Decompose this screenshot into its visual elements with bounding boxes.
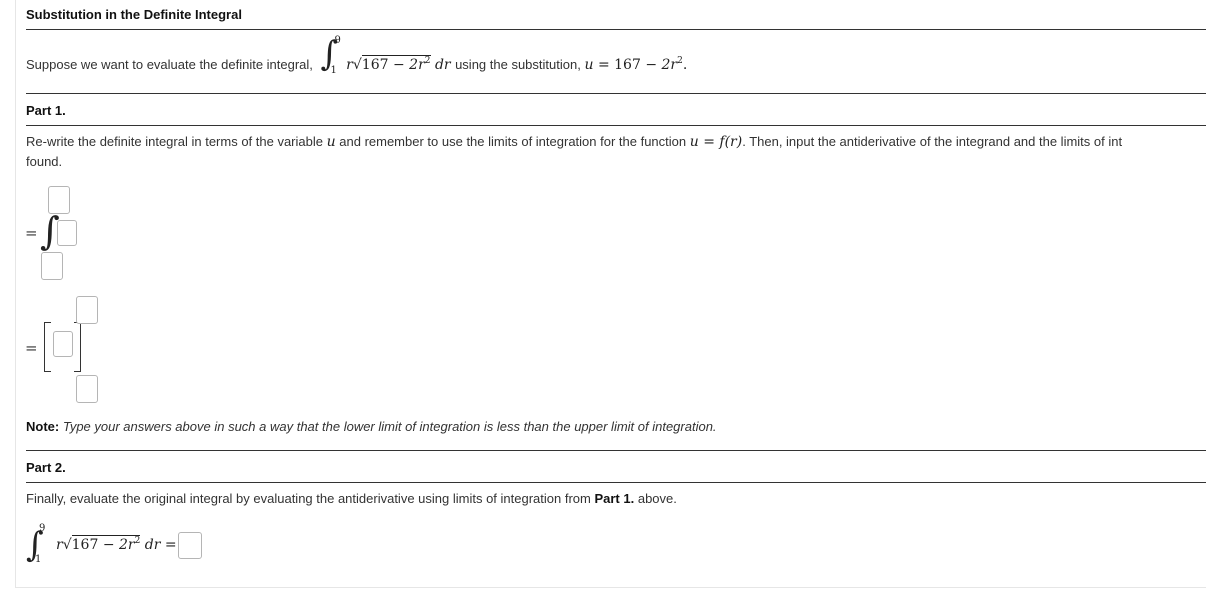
radicand: 167 − 2r2 <box>361 55 431 73</box>
part2-heading-divider <box>26 482 1206 483</box>
intro-line: Suppose we want to evaluate the definite… <box>26 35 688 76</box>
right-bracket <box>74 322 81 372</box>
upper-limit: 9 <box>39 523 46 534</box>
lower-limit: 1 <box>35 554 42 565</box>
integrand: r√167 − 2r2 dr <box>346 55 451 73</box>
intro-prefix: Suppose we want to evaluate the definite… <box>26 57 313 72</box>
eval-upper-limit-input[interactable] <box>76 296 98 324</box>
integrand-input[interactable] <box>57 220 77 246</box>
differential: dr <box>434 57 451 73</box>
left-bracket <box>44 322 51 372</box>
note: Note: Type your answers above in such a … <box>26 419 717 434</box>
part1-top-divider <box>26 93 1206 94</box>
part2-top-divider <box>26 450 1206 451</box>
function-notation: u = f(r) <box>689 134 743 150</box>
equals-sign: = <box>25 224 38 242</box>
part1-instructions: Re-write the definite integral in terms … <box>26 134 1123 150</box>
part1-instructions-line2: found. <box>26 154 63 169</box>
page-title: Substitution in the Definite Integral <box>26 7 242 22</box>
part2-heading: Part 2. <box>26 460 66 475</box>
intro-integral: ∫ 9 1 <box>321 35 343 76</box>
lower-limit-input[interactable] <box>41 252 63 280</box>
equals-sign: = <box>25 339 38 357</box>
intro-middle: using the substitution, <box>455 57 581 72</box>
antiderivative-input[interactable] <box>53 331 73 357</box>
lower-limit: 1 <box>330 65 337 76</box>
final-answer-input[interactable] <box>178 532 202 559</box>
eval-lower-limit-input[interactable] <box>76 375 98 403</box>
part2-instructions: Finally, evaluate the original integral … <box>26 491 677 506</box>
integrand: r√167 − 2r2 dr = <box>56 535 177 553</box>
part1-heading: Part 1. <box>26 103 66 118</box>
upper-limit: 9 <box>334 35 341 46</box>
substitution-expression: u = 167 − 2r2. <box>584 56 688 73</box>
part1-heading-divider <box>26 125 1206 126</box>
title-divider <box>26 29 1206 30</box>
